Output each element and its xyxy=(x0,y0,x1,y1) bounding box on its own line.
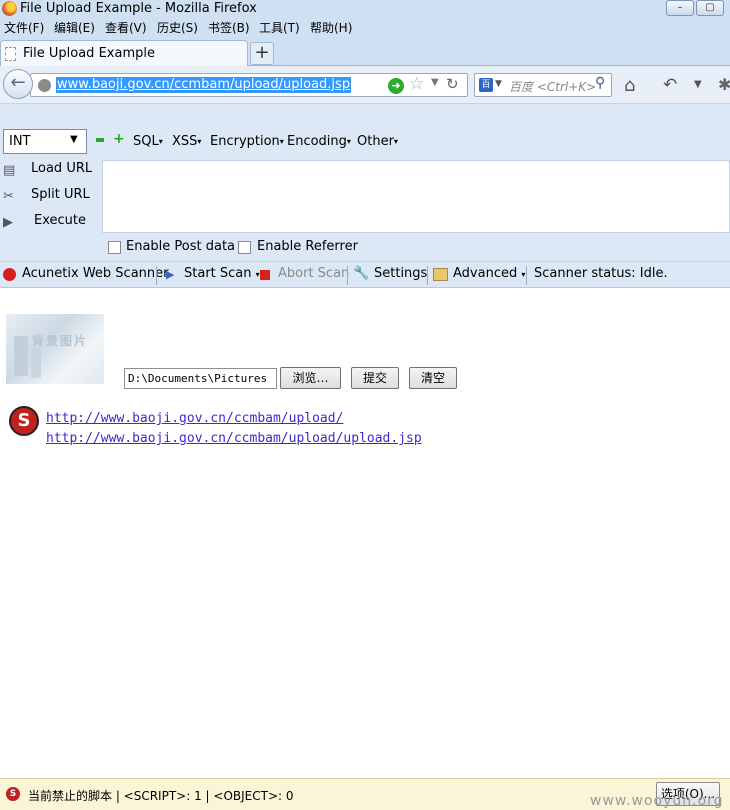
building-shape xyxy=(31,348,41,378)
menu-edit[interactable]: 编辑(E) xyxy=(54,20,95,37)
advanced-button[interactable]: Advanced ▾ xyxy=(453,266,525,281)
clear-button[interactable]: 清空 xyxy=(409,367,457,389)
search-icon[interactable]: ⚲ xyxy=(595,75,605,91)
menu-sql[interactable]: SQL▾ xyxy=(133,134,163,149)
browse-button[interactable]: 浏览… xyxy=(280,367,341,389)
advanced-icon[interactable] xyxy=(433,268,448,281)
chevron-down-icon[interactable]: ▼ xyxy=(431,77,439,88)
blocked-scripts-message: 当前禁止的脚本 | <SCRIPT>: 1 | <OBJECT>: 0 xyxy=(28,789,294,803)
search-bar[interactable]: 百 ▼ 百度 <Ctrl+K> ⚲ xyxy=(474,73,612,97)
upload-page-link[interactable]: http://www.baoji.gov.cn/ccmbam/upload/up… xyxy=(46,431,422,446)
scanner-status: Scanner status: Idle. xyxy=(534,266,668,281)
load-url-label: Load URL xyxy=(31,161,93,176)
bookmark-star-icon[interactable]: ☆ xyxy=(409,74,424,94)
scissors-icon: ✂ xyxy=(3,189,14,204)
menu-view[interactable]: 查看(V) xyxy=(105,20,147,37)
settings-button[interactable]: Settings xyxy=(374,266,427,281)
menu-bar: 文件(F) 编辑(E) 查看(V) 历史(S) 书签(B) 工具(T) 帮助(H… xyxy=(0,19,730,38)
search-placeholder: 百度 <Ctrl+K> xyxy=(509,80,597,94)
page-icon xyxy=(5,47,16,61)
hackbar: INT ▼ + SQL▾ XSS▾ Encryption▾ Encoding▾ … xyxy=(0,104,730,261)
toolbar-divider xyxy=(156,266,157,285)
abort-scan-button[interactable]: Abort Scan xyxy=(278,266,349,281)
plus-icon[interactable]: + xyxy=(113,132,125,146)
acunetix-brand: Acunetix Web Scanner xyxy=(22,266,169,281)
window-title: File Upload Example - Mozilla Firefox xyxy=(20,1,257,16)
menu-encryption[interactable]: Encryption▾ xyxy=(210,134,284,149)
menu-history[interactable]: 历史(S) xyxy=(157,20,198,37)
load-url-button[interactable]: ▤ Load URL xyxy=(0,159,100,181)
tab-strip: File Upload Example + xyxy=(0,38,730,67)
new-tab-button[interactable]: + xyxy=(250,42,274,65)
start-scan-icon[interactable]: ▶ xyxy=(166,268,174,281)
maximize-button[interactable]: ▢ xyxy=(696,0,724,16)
back-button[interactable]: ← xyxy=(3,69,33,99)
thumb-title: 背景图片 xyxy=(32,334,89,348)
acunetix-logo-icon xyxy=(3,268,16,281)
split-url-label: Split URL xyxy=(31,187,90,202)
tab-file-upload[interactable]: File Upload Example xyxy=(0,40,248,67)
history-chevron-icon[interactable]: ▼ xyxy=(694,79,702,90)
load-url-icon: ▤ xyxy=(3,163,16,178)
menu-help[interactable]: 帮助(H) xyxy=(310,20,352,37)
title-bar: File Upload Example - Mozilla Firefox – … xyxy=(0,0,730,19)
back-arrow-icon: ← xyxy=(10,72,26,93)
execute-button[interactable]: ▶ Execute xyxy=(0,211,100,233)
split-url-button[interactable]: ✂ Split URL xyxy=(0,185,100,207)
reload-icon[interactable]: ↻ xyxy=(446,75,459,93)
enable-referrer-label: Enable Referrer xyxy=(257,239,358,254)
url-text[interactable]: www.baoji.gov.cn/ccmbam/upload/upload.js… xyxy=(56,77,352,93)
enable-post-checkbox[interactable] xyxy=(108,241,121,254)
upload-dir-link[interactable]: http://www.baoji.gov.cn/ccmbam/upload/ xyxy=(46,411,343,426)
play-icon: ▶ xyxy=(3,215,13,230)
watermark: www.wooyun.org xyxy=(590,793,724,809)
int-select[interactable]: INT ▼ xyxy=(3,129,87,154)
toolbar-divider xyxy=(347,266,348,285)
engine-chevron-icon[interactable]: ▼ xyxy=(495,79,502,89)
go-arrow-icon[interactable]: ➜ xyxy=(388,78,404,94)
chevron-down-icon: ▼ xyxy=(70,134,78,145)
status-bar: S 当前禁止的脚本 | <SCRIPT>: 1 | <OBJECT>: 0 选项… xyxy=(0,778,730,810)
globe-icon xyxy=(38,79,51,92)
noscript-logo-icon: S xyxy=(9,406,39,436)
building-shape xyxy=(14,336,28,376)
hackbar-url-textarea[interactable] xyxy=(102,160,730,233)
background-image: 背景图片 xyxy=(6,314,104,384)
extension-icon[interactable]: ✱ xyxy=(718,75,730,94)
wrench-icon[interactable]: 🔧 xyxy=(353,266,369,281)
menu-tools[interactable]: 工具(T) xyxy=(259,20,300,37)
url-bar[interactable]: www.baoji.gov.cn/ccmbam/upload/upload.js… xyxy=(30,73,468,97)
abort-scan-icon[interactable] xyxy=(260,270,270,280)
menu-encoding[interactable]: Encoding▾ xyxy=(287,134,351,149)
noscript-icon[interactable]: S xyxy=(6,787,20,801)
minus-icon[interactable] xyxy=(96,138,104,142)
menu-xss[interactable]: XSS▾ xyxy=(172,134,201,149)
tab-label: File Upload Example xyxy=(23,46,155,61)
firefox-icon xyxy=(2,1,17,16)
toolbar-divider xyxy=(427,266,428,285)
enable-post-label: Enable Post data xyxy=(126,239,236,254)
start-scan-button[interactable]: Start Scan ▾ xyxy=(184,266,260,281)
file-path-input[interactable]: D:\Documents\Pictures xyxy=(124,368,277,389)
enable-referrer-checkbox[interactable] xyxy=(238,241,251,254)
menu-file[interactable]: 文件(F) xyxy=(4,20,44,37)
history-back-icon[interactable]: ↶ xyxy=(663,75,677,95)
page-content: 背景图片 D:\Documents\Pictures 浏览… 提交 清空 S h… xyxy=(0,289,730,778)
menu-other[interactable]: Other▾ xyxy=(357,134,398,149)
navigation-bar: www.baoji.gov.cn/ccmbam/upload/upload.js… xyxy=(0,66,730,104)
minimize-button[interactable]: – xyxy=(666,0,694,16)
baidu-paw-icon[interactable]: 百 xyxy=(479,78,493,92)
submit-button[interactable]: 提交 xyxy=(351,367,399,389)
toolbar-divider xyxy=(526,266,527,285)
execute-label: Execute xyxy=(34,213,86,228)
int-select-value: INT xyxy=(9,134,31,149)
menu-bookmarks[interactable]: 书签(B) xyxy=(208,20,250,37)
acunetix-toolbar: Acunetix Web Scanner ▶ Start Scan ▾ Abor… xyxy=(0,261,730,288)
home-icon[interactable]: ⌂ xyxy=(624,75,635,96)
